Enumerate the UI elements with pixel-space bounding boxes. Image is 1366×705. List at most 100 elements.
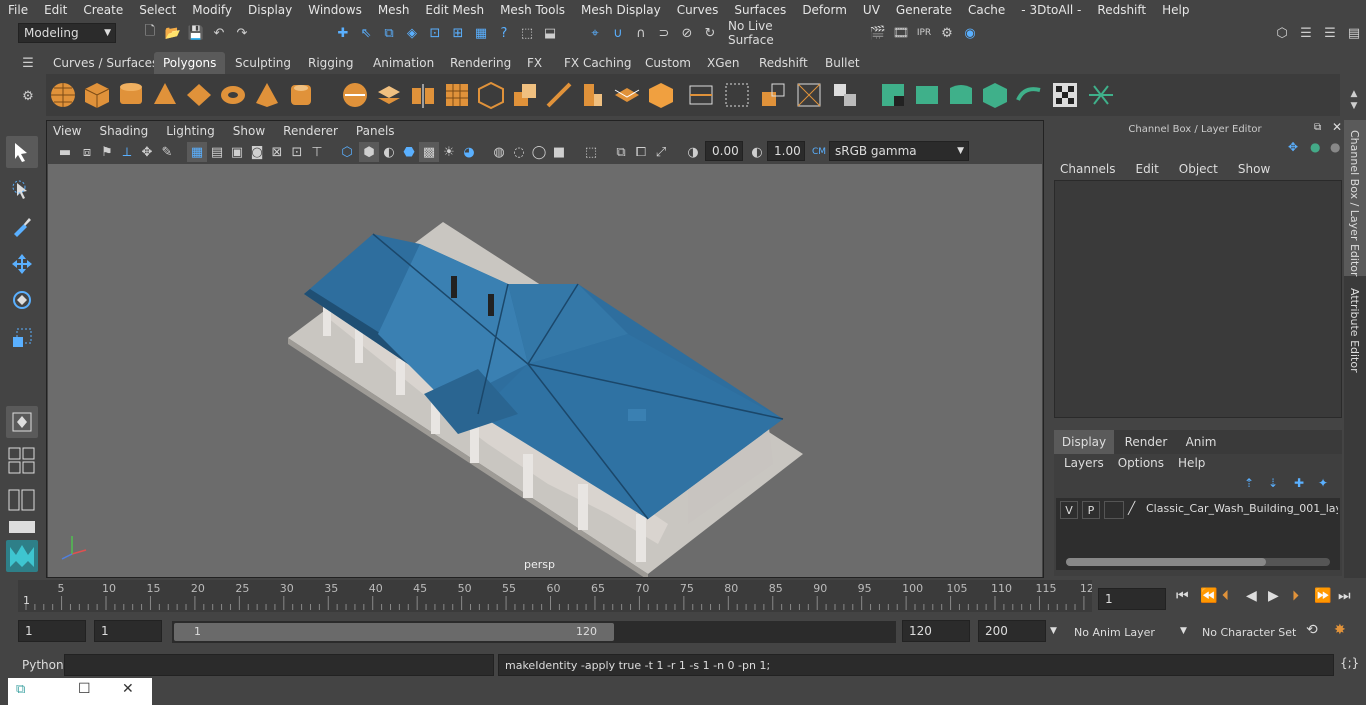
exposure-field[interactable]: 0.00	[705, 141, 743, 161]
save-scene-icon[interactable]: 💾	[186, 23, 206, 43]
shadows-icon[interactable]: ◕	[459, 142, 479, 162]
snap-view-icon[interactable]: ▦	[471, 23, 491, 43]
layer-scrollbar[interactable]	[1066, 558, 1330, 566]
vp-menu-panels[interactable]: Panels	[347, 124, 404, 138]
menu-mesh-display[interactable]: Mesh Display	[573, 3, 669, 17]
workspace-cube-icon[interactable]: ⬡	[1272, 23, 1292, 43]
step-back-icon[interactable]: ⏪	[1200, 588, 1217, 604]
move-layer-up-icon[interactable]: ⇡	[1244, 476, 1254, 490]
snap-surface-icon[interactable]: ?	[494, 23, 514, 43]
render-frame-icon[interactable]: 🎬	[868, 23, 888, 43]
wireframe-on-shaded-icon[interactable]: ⬣	[399, 142, 419, 162]
poly-cube-icon[interactable]	[82, 80, 112, 110]
camera-attributes-icon[interactable]: ⧈	[77, 142, 97, 162]
menu-3dtoall[interactable]: - 3DtoAll -	[1013, 3, 1089, 17]
menu-file[interactable]: File	[0, 3, 36, 17]
paint-select-tool-icon[interactable]	[6, 210, 38, 242]
film-gate-icon[interactable]: ▤	[207, 142, 227, 162]
new-layer-icon[interactable]: ✚	[1294, 476, 1304, 490]
chevron-down-icon[interactable]: ▼	[1180, 626, 1187, 636]
layer-menu-layers[interactable]: Layers	[1064, 456, 1104, 470]
layer-tab-render[interactable]: Render	[1116, 430, 1176, 454]
textured-icon[interactable]: ▩	[419, 142, 439, 162]
xray-components-icon[interactable]: ⤢	[651, 142, 671, 162]
shelf-tab-custom[interactable]: Custom	[636, 52, 700, 74]
vp-menu-shading[interactable]: Shading	[90, 124, 157, 138]
render-sequence-icon[interactable]: 🎞	[891, 23, 911, 43]
step-forward-key-icon[interactable]: ⏵	[1292, 588, 1299, 604]
script-language-label[interactable]: Python	[18, 655, 64, 675]
shelf-tab-animation[interactable]: Animation	[364, 52, 443, 74]
depth-of-field-icon[interactable]: ■	[549, 142, 569, 162]
shelf-tab-rendering[interactable]: Rendering	[441, 52, 520, 74]
bridge-icon[interactable]	[544, 80, 574, 110]
layout-persp-graph-icon[interactable]	[6, 518, 38, 536]
lights-icon[interactable]: ☀	[439, 142, 459, 162]
go-to-start-icon[interactable]: ⏮	[1176, 588, 1189, 604]
lasso-tool-icon[interactable]	[6, 174, 38, 206]
menu-mesh-tools[interactable]: Mesh Tools	[492, 3, 573, 17]
side-tab-channel-box[interactable]: Channel Box / Layer Editor	[1344, 120, 1366, 277]
lock-selection-icon[interactable]: ⬓	[540, 23, 560, 43]
menu-windows[interactable]: Windows	[300, 3, 370, 17]
smooth-icon[interactable]	[442, 80, 472, 110]
layer-playback-toggle[interactable]: P	[1082, 501, 1100, 519]
gamma-field[interactable]: 1.00	[767, 141, 805, 161]
close-window-icon[interactable]: ✕	[122, 681, 134, 697]
new-layer-selected-icon[interactable]: ✦	[1318, 476, 1328, 490]
vp-menu-view[interactable]: View	[47, 124, 90, 138]
menu-surfaces[interactable]: Surfaces	[726, 3, 794, 17]
snap-grid-icon[interactable]: ◈	[402, 23, 422, 43]
uv-spherical-icon[interactable]	[946, 80, 976, 110]
poly-plane-icon[interactable]	[184, 80, 214, 110]
go-to-end-icon[interactable]: ⏭	[1338, 588, 1351, 604]
shelf-tab-rigging[interactable]: Rigging	[299, 52, 362, 74]
shelf-tab-bullet[interactable]: Bullet	[816, 52, 869, 74]
shelf-menu-icon[interactable]: ☰	[18, 53, 38, 73]
menu-deform[interactable]: Deform	[794, 3, 855, 17]
layer-color-swatch-icon[interactable]: ╱	[1128, 501, 1144, 519]
layout-single-icon[interactable]	[6, 406, 38, 438]
menu-create[interactable]: Create	[75, 3, 131, 17]
end-time-field[interactable]: 200	[978, 620, 1046, 642]
color-management-icon[interactable]: CM	[809, 142, 829, 162]
scale-tool-icon[interactable]	[6, 322, 38, 354]
camera-select-icon[interactable]: ▬	[55, 142, 75, 162]
mirror-icon[interactable]	[408, 80, 438, 110]
poly-sphere-icon[interactable]	[48, 80, 78, 110]
live-surface-label[interactable]: No Live Surface	[724, 19, 822, 47]
menu-uv[interactable]: UV	[855, 3, 888, 17]
vp-menu-lighting[interactable]: Lighting	[157, 124, 224, 138]
shelf-tab-fx[interactable]: FX	[518, 52, 551, 74]
safe-action-icon[interactable]: ⊡	[287, 142, 307, 162]
snap-point-icon[interactable]: ⊞	[448, 23, 468, 43]
status-dot-icon[interactable]: ●	[1310, 140, 1320, 154]
gate-mask-icon[interactable]: ◙	[247, 142, 267, 162]
building-model[interactable]	[48, 164, 1042, 577]
cb-menu-channels[interactable]: Channels	[1060, 162, 1116, 176]
select-component-icon[interactable]: ⧉	[379, 23, 399, 43]
time-slider[interactable]: 1 5 10 15 20 25 30 35 40 45 50 55 60 65 70 75 80 85 90 95 1…	[18, 580, 1092, 612]
shelf-tab-xgen[interactable]: XGen	[698, 52, 749, 74]
play-backward-icon[interactable]: ◀	[1246, 588, 1257, 604]
start-time-field[interactable]: 1	[18, 620, 86, 642]
select-hierarchy-icon[interactable]: ✚	[333, 23, 353, 43]
multi-cut-icon[interactable]	[612, 80, 642, 110]
lasso-icon[interactable]: ⌖	[585, 23, 605, 43]
play-forward-icon[interactable]: ▶	[1268, 588, 1279, 604]
uv-unfold-icon[interactable]	[1014, 80, 1044, 110]
exposure-icon[interactable]: ◑	[683, 142, 703, 162]
combine-icon[interactable]	[340, 80, 370, 110]
motion-blur-icon[interactable]: ◌	[509, 142, 529, 162]
side-tab-attribute-editor[interactable]: Attribute Editor	[1344, 280, 1366, 380]
extrude-icon[interactable]	[510, 80, 540, 110]
redo-icon[interactable]: ↷	[232, 23, 252, 43]
shelf-tab-redshift[interactable]: Redshift	[750, 52, 817, 74]
cb-menu-show[interactable]: Show	[1238, 162, 1270, 176]
vp-menu-show[interactable]: Show	[224, 124, 274, 138]
poly-torus-icon[interactable]	[218, 80, 248, 110]
shelf-tab-curves-surfaces[interactable]: Curves / Surfaces	[44, 52, 167, 74]
target-weld-icon[interactable]	[794, 80, 824, 110]
isolate-select-icon[interactable]: ⬚	[581, 142, 601, 162]
range-slider-handle[interactable]: 1 120	[174, 623, 614, 641]
